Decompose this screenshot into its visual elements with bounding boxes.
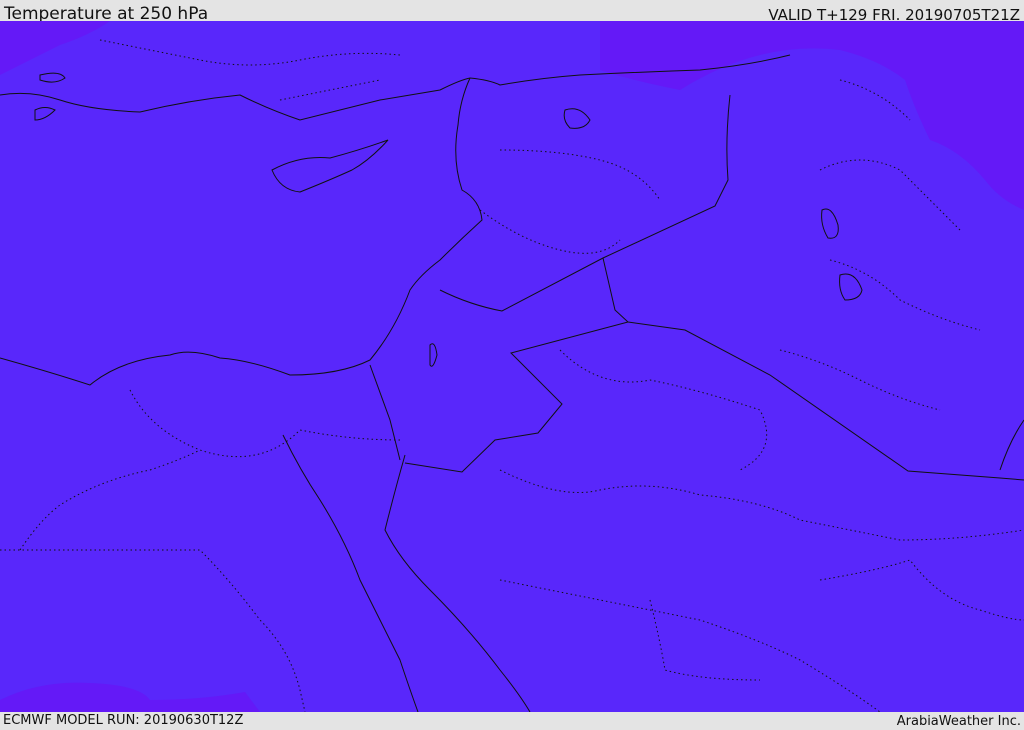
internal-boundaries xyxy=(0,39,1024,712)
model-run: ECMWF MODEL RUN: 20190630T12Z xyxy=(3,713,244,728)
coastlines xyxy=(0,54,1024,712)
cold-region-southwest xyxy=(0,682,260,712)
footer-bar: ECMWF MODEL RUN: 20190630T12Z ArabiaWeat… xyxy=(0,712,1024,729)
lake-razzaza xyxy=(839,273,863,301)
header-bar: Temperature at 250 hPa VALID T+129 FRI. … xyxy=(0,0,1024,24)
cold-region-northeast xyxy=(600,21,1024,210)
cold-region-northwest xyxy=(0,21,110,75)
map-canvas xyxy=(0,21,1024,712)
cyprus-outline xyxy=(271,139,389,193)
borders xyxy=(369,94,1024,481)
credit: ArabiaWeather Inc. xyxy=(896,714,1021,729)
lake-tharthar xyxy=(821,208,839,239)
weather-map[interactable] xyxy=(0,21,1024,712)
lake-van xyxy=(563,108,591,129)
